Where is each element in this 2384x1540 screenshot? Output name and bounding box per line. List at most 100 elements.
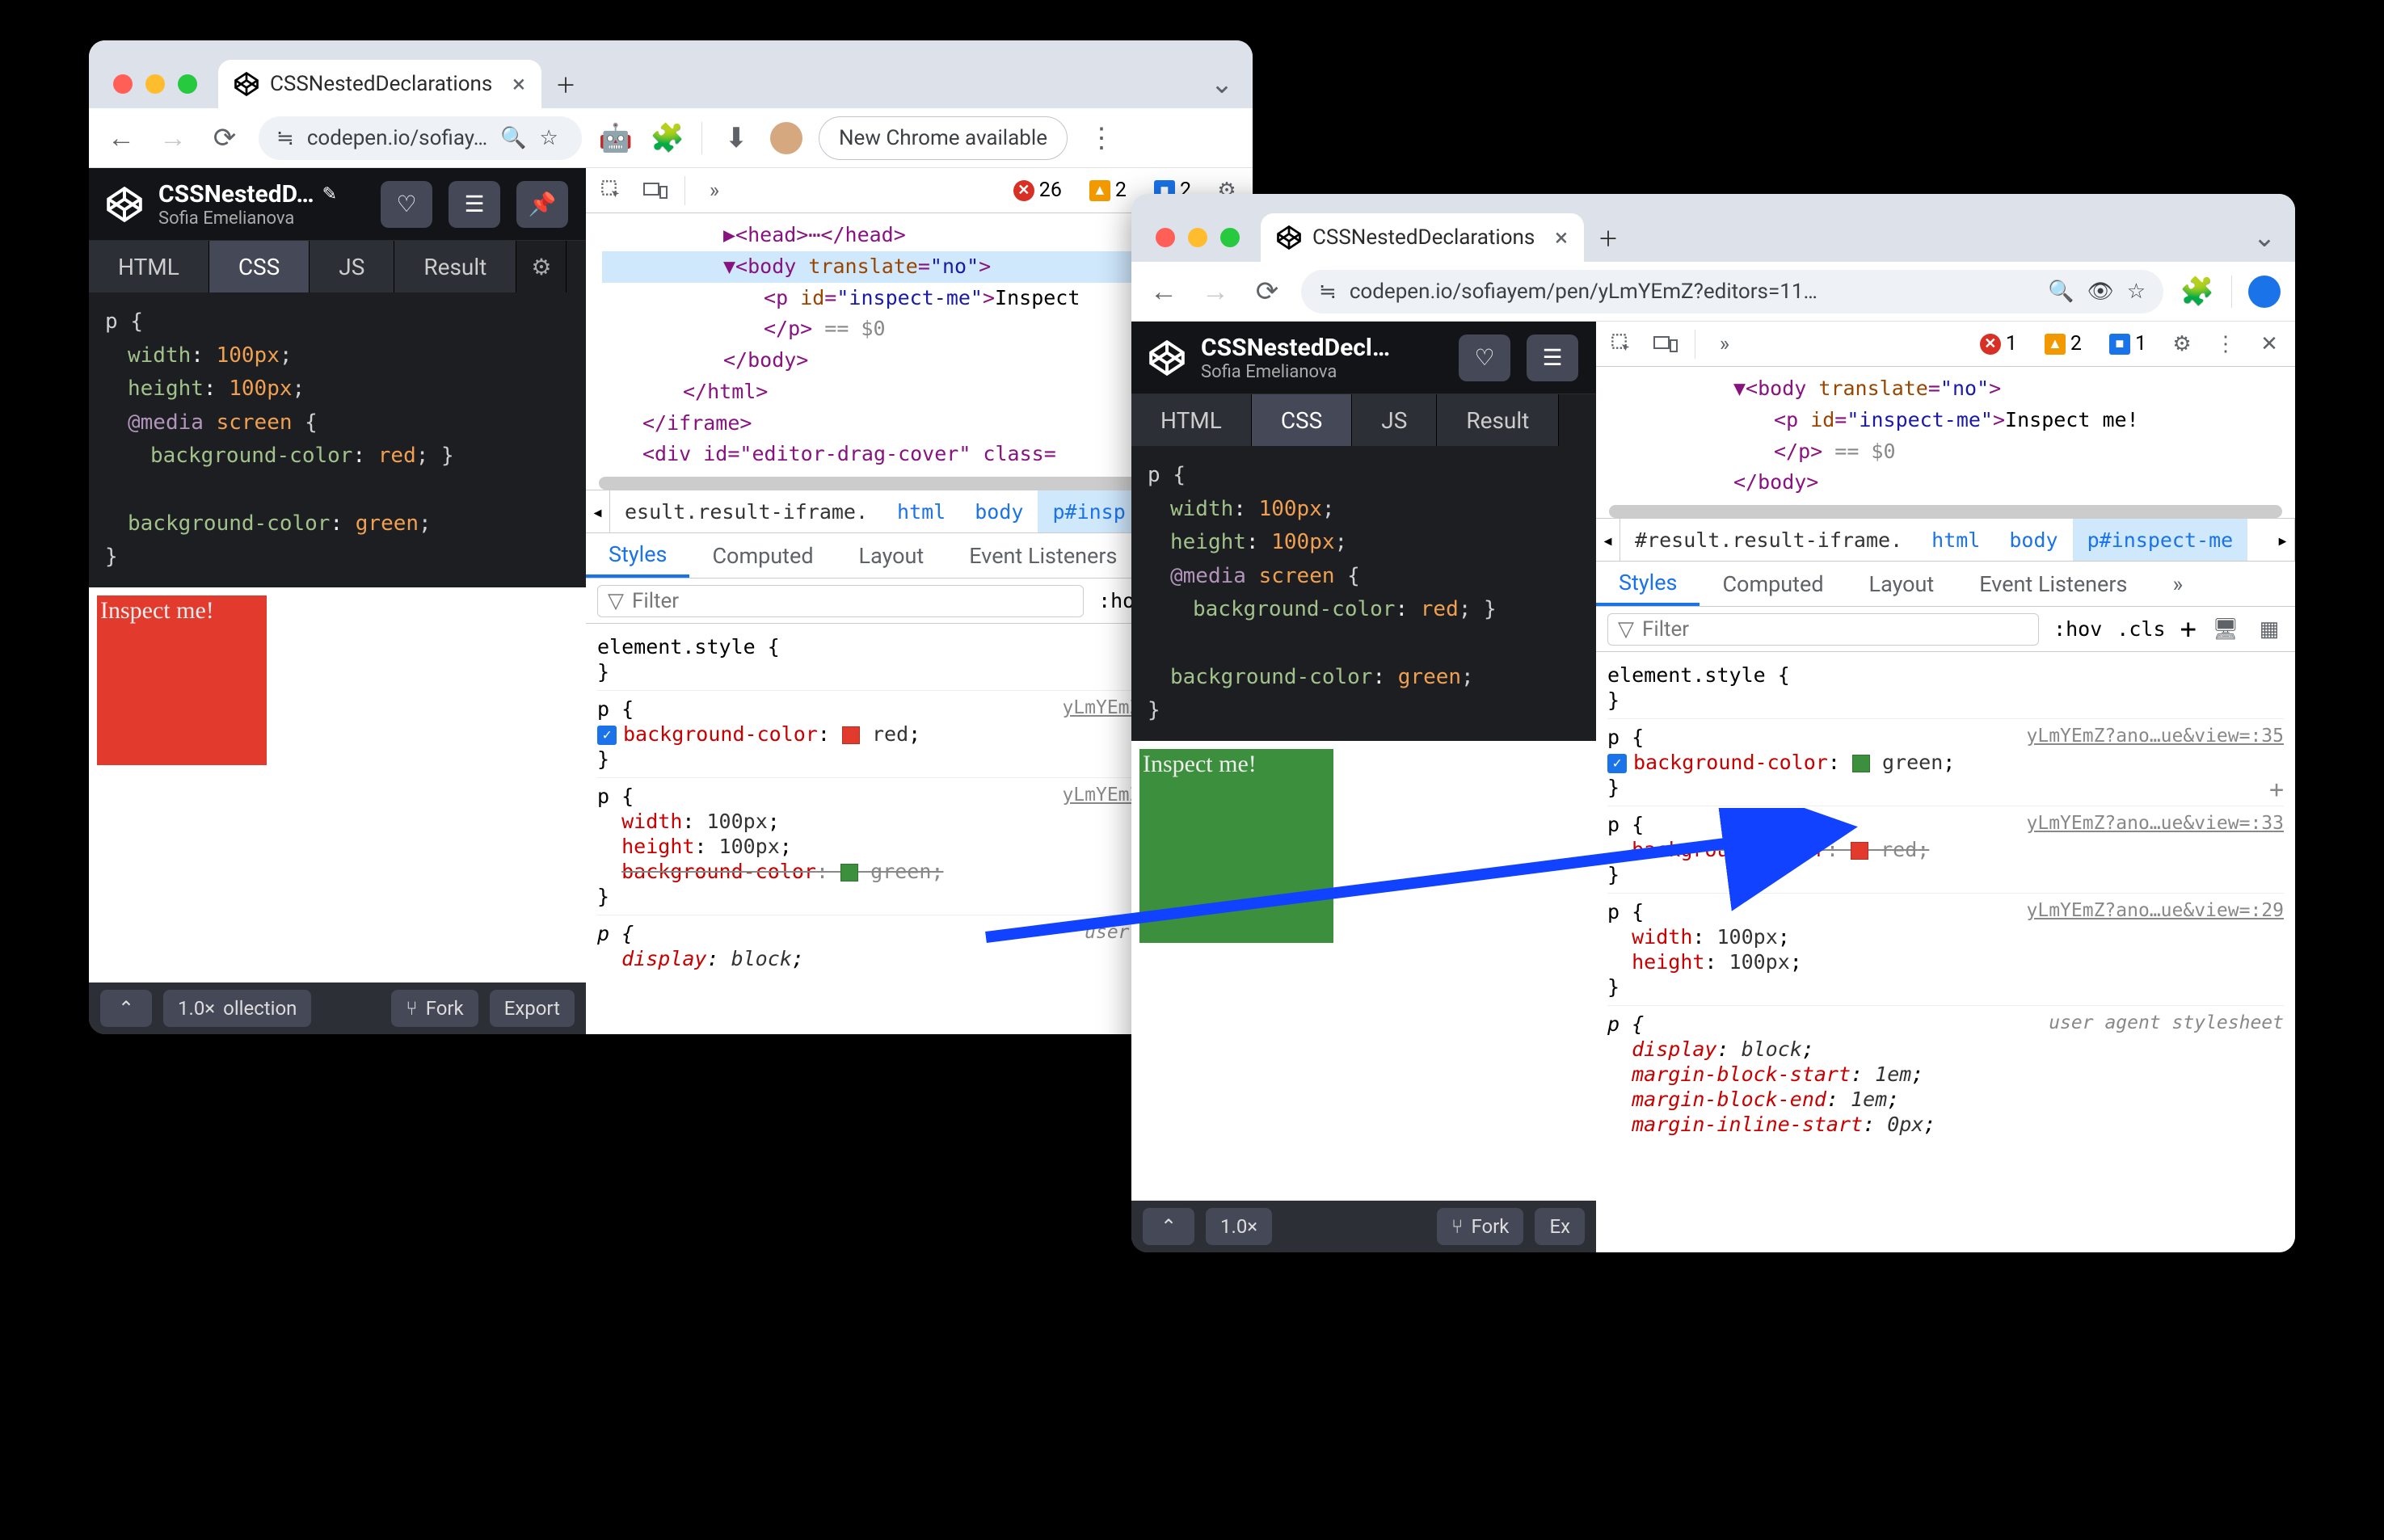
zoom-icon[interactable]: 🔍 [500,126,526,150]
fork-button[interactable]: ⑂ Fork [1437,1208,1523,1245]
new-rule-icon[interactable]: + [2180,613,2197,646]
crumb[interactable]: #result.result-iframe. [1620,519,1917,561]
swatch-red-icon[interactable] [1851,842,1868,860]
close-icon[interactable]: ✕ [2255,330,2284,359]
zoom-level[interactable]: 1.0× [1206,1208,1272,1245]
grid-icon[interactable]: ▦ [2255,615,2284,644]
swatch-green-icon[interactable] [840,864,858,882]
more-icon[interactable]: ⋮ [2211,330,2240,359]
export-button[interactable]: Ex [1535,1208,1585,1245]
filter-input[interactable]: ▽ Filter [597,585,1084,617]
tab-close-icon[interactable]: × [512,70,525,99]
checkbox-icon[interactable]: ✓ [1607,754,1627,773]
add-prop-icon[interactable]: + [2269,776,2284,804]
crumb-html[interactable]: html [1917,519,1994,561]
bookmark-icon[interactable]: ☆ [2127,280,2146,304]
new-chrome-button[interactable]: New Chrome available [819,116,1068,160]
reload-button[interactable]: ⟳ [207,120,242,156]
address-bar[interactable]: ≒ codepen.io/sofiayem/pen/yLmYEmZ?editor… [1301,270,2163,313]
more-tabs-icon[interactable]: » [2150,562,2205,606]
fork-button[interactable]: ⑂ Fork [391,990,478,1027]
warn-badge[interactable]: ▲2 [1089,179,1127,202]
extensions-icon[interactable]: 🧩 [2180,274,2215,309]
crumb[interactable]: esult.result-iframe. [610,490,882,532]
back-button[interactable]: ← [1146,274,1181,309]
device-icon[interactable] [641,176,670,205]
address-bar[interactable]: ≒ codepen.io/sofiay… 🔍 ☆ [259,116,582,160]
tab-js[interactable]: JS [310,241,394,292]
more-panels-icon[interactable]: » [1710,330,1739,359]
device-icon[interactable] [1651,330,1680,359]
error-badge[interactable]: ✕1 [1980,332,2017,356]
zoom-icon[interactable]: 🔍 [2048,280,2074,304]
new-tab-button[interactable]: ＋ [541,60,590,108]
crumb-left-icon[interactable]: ◂ [586,490,610,532]
crumb-right-icon[interactable]: ▸ [2271,519,2295,561]
swatch-green-icon[interactable] [1852,755,1870,772]
expand-button[interactable]: ⌃ [1143,1208,1194,1245]
tab-html[interactable]: HTML [1131,394,1252,446]
avatar[interactable] [770,122,802,154]
close-button[interactable] [1156,228,1175,247]
back-button[interactable]: ← [103,120,139,156]
crumb-p[interactable]: p#insp [1038,490,1139,532]
devices-icon[interactable]: 🖥 [2211,615,2240,644]
crumb-left-icon[interactable]: ◂ [1596,519,1620,561]
tab-computed[interactable]: Computed [1700,562,1846,606]
expand-button[interactable]: ⌃ [100,990,152,1027]
code-editor[interactable]: p { width: 100px; height: 100px; @media … [89,292,586,587]
tab-listeners[interactable]: Event Listeners [1956,562,2150,606]
download-icon[interactable]: ⬇ [718,120,754,156]
tab-close-icon[interactable]: × [1555,224,1568,252]
minimize-button[interactable] [1188,228,1207,247]
more-icon[interactable]: ⋮ [1084,120,1119,156]
tab-result[interactable]: Result [394,241,516,292]
tab-layout[interactable]: Layout [836,533,947,578]
more-panels-icon[interactable]: » [700,176,729,205]
edit-icon[interactable]: ✎ [322,184,337,204]
tab-styles[interactable]: Styles [586,533,689,578]
tab-result[interactable]: Result [1437,394,1559,446]
code-editor[interactable]: p { width: 100px; height: 100px; @media … [1131,446,1596,741]
avatar[interactable] [2248,276,2281,308]
zoom-level[interactable]: 1.0× ollection [163,990,311,1027]
tab-css[interactable]: CSS [209,241,310,292]
tab-html[interactable]: HTML [89,241,209,292]
view-button[interactable]: ☰ [449,181,500,228]
browser-tab[interactable]: CSSNestedDeclarations × [1261,213,1584,262]
crumb-p[interactable]: p#inspect-me [2073,519,2248,561]
view-button[interactable]: ☰ [1527,335,1578,381]
maximize-button[interactable] [1220,228,1240,247]
gear-icon[interactable]: ⚙ [516,241,567,292]
browser-tab[interactable]: CSSNestedDeclarations × [218,60,541,108]
filter-input[interactable]: ▽ Filter [1607,613,2039,646]
inspect-icon[interactable] [1607,330,1636,359]
bookmark-icon[interactable]: ☆ [540,126,558,150]
crumb-body[interactable]: body [960,490,1038,532]
close-button[interactable] [113,74,133,94]
extensions-icon[interactable]: 🧩 [650,120,685,156]
pin-button[interactable]: 📌 [516,181,568,228]
info-badge[interactable]: ■1 [2109,332,2146,356]
checkbox-icon[interactable]: ✓ [597,726,617,745]
tab-css[interactable]: CSS [1252,394,1352,446]
crumb-body[interactable]: body [1994,519,2072,561]
heart-button[interactable]: ♡ [381,181,432,228]
inspect-icon[interactable] [597,176,626,205]
tab-computed[interactable]: Computed [689,533,836,578]
dom-tree[interactable]: ▼<body translate="no"> <p id="inspect-me… [1596,367,2295,505]
styles-panel[interactable]: element.style { } yLmYEmZ?ano…ue&view=:3… [1596,652,2295,1147]
tab-styles[interactable]: Styles [1596,562,1700,606]
eye-off-icon[interactable]: 👁 [2087,280,2114,304]
settings-icon[interactable]: ⚙ [2167,330,2197,359]
robot-icon[interactable]: 🤖 [598,120,634,156]
warn-badge[interactable]: ▲2 [2045,332,2082,356]
export-button[interactable]: Export [490,990,575,1027]
forward-button[interactable]: → [155,120,191,156]
cls-toggle[interactable]: .cls [2117,617,2165,641]
tab-layout[interactable]: Layout [1847,562,1957,606]
tab-js[interactable]: JS [1352,394,1437,446]
tab-dropdown-icon[interactable]: ⌄ [2247,220,2282,255]
reload-button[interactable]: ⟳ [1249,274,1285,309]
crumb-html[interactable]: html [882,490,960,532]
